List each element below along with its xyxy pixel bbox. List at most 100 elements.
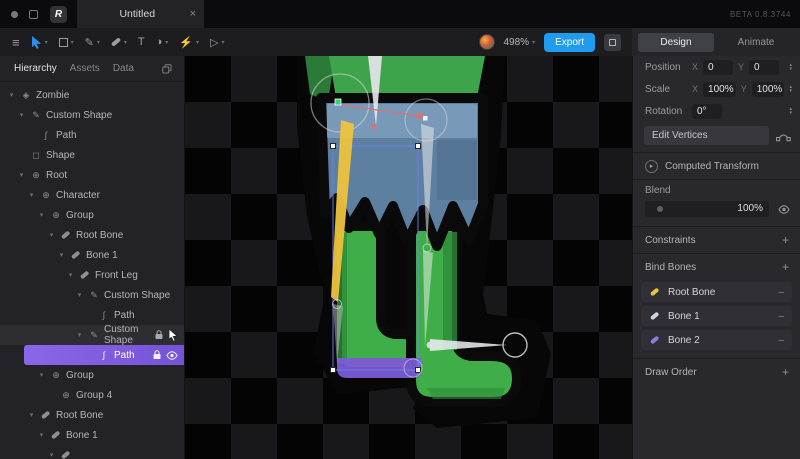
tree-item-character[interactable]: ▾ ⊕ Character <box>0 185 184 205</box>
panel-detach-icon[interactable] <box>162 63 172 74</box>
tree-item-bone-1[interactable]: ▾ Bone 1 <box>0 245 184 265</box>
chevron-down-icon[interactable]: ▾ <box>221 39 224 46</box>
scale-y-field[interactable]: 100% <box>751 81 785 97</box>
tree-item-clipped[interactable]: ▾ <box>0 445 184 459</box>
add-bone-button[interactable]: + <box>782 260 789 274</box>
tab-hierarchy[interactable]: Hierarchy <box>14 63 57 74</box>
tree-item-group-4[interactable]: ⊕ Group 4 <box>0 385 184 405</box>
edit-vertices-button[interactable]: Edit Vertices <box>644 126 769 145</box>
caret-down-icon[interactable]: ▾ <box>75 331 84 339</box>
tree-item-path-2[interactable]: ∫ Path <box>0 305 184 325</box>
remove-bone-button[interactable]: – <box>778 287 784 298</box>
tree-item-root[interactable]: ▾ ⊕ Root <box>0 165 184 185</box>
add-draw-order-button[interactable]: + <box>782 365 789 379</box>
zoom-control[interactable]: 498% ▾ <box>504 37 536 48</box>
tab-design[interactable]: Design <box>638 32 714 52</box>
tab-data[interactable]: Data <box>113 63 134 74</box>
tree-item-shape[interactable]: ◻ Shape <box>0 145 184 165</box>
remove-bone-button[interactable]: – <box>778 335 784 346</box>
window-control-icon[interactable] <box>11 10 18 18</box>
caret-down-icon[interactable]: ▾ <box>27 411 36 419</box>
caret-down-icon[interactable]: ▾ <box>17 111 26 119</box>
tree-item-custom-shape-2[interactable]: ▾ ✎ Custom Shape <box>0 285 184 305</box>
add-constraint-button[interactable]: + <box>782 233 789 247</box>
tree-item-path-selected[interactable]: ∫ Path <box>24 345 184 365</box>
menu-button[interactable]: ≡ <box>7 31 25 53</box>
caret-down-icon[interactable]: ▾ <box>27 191 36 199</box>
tree-item-custom-shape[interactable]: ▾ ✎ Custom Shape <box>0 105 184 125</box>
artboard-icon <box>58 37 68 47</box>
caret-down-icon[interactable]: ▾ <box>47 451 56 459</box>
scale-stepper[interactable]: ▴ ▾ <box>789 84 792 94</box>
close-icon[interactable]: × <box>190 8 196 20</box>
tab-assets[interactable]: Assets <box>70 63 100 74</box>
draw-order-header: Draw Order + <box>645 365 789 379</box>
eye-icon[interactable] <box>166 350 178 360</box>
blend-slider-knob[interactable] <box>657 206 663 212</box>
position-stepper[interactable]: ▴ ▾ <box>789 62 792 72</box>
export-button[interactable]: Export <box>544 32 595 52</box>
user-avatar[interactable] <box>478 34 495 50</box>
chevron-down-icon[interactable]: ▾ <box>45 39 48 46</box>
text-tool-button[interactable]: T <box>133 31 150 53</box>
caret-down-icon[interactable]: ▾ <box>17 171 26 179</box>
export-options-button[interactable] <box>604 33 621 51</box>
document-tab[interactable]: Untitled × <box>77 0 204 28</box>
caret-down-icon[interactable]: ▾ <box>7 91 16 99</box>
events-tool-button[interactable]: ⚡ ▾ <box>174 31 204 53</box>
bound-bone-row[interactable]: Bone 2 – <box>641 330 792 350</box>
bound-bone-row[interactable]: Root Bone – <box>641 282 792 302</box>
scale-x-field[interactable]: 100% <box>703 81 736 97</box>
caret-down-icon[interactable]: ▾ <box>57 251 66 259</box>
tree-item-zombie[interactable]: ▾ ◈ Zombie <box>0 85 184 105</box>
caret-down-icon[interactable]: ▾ <box>37 431 46 439</box>
rotation-field[interactable]: 0° <box>692 103 722 119</box>
chevron-down-icon[interactable]: ▾ <box>97 39 100 46</box>
rotation-stepper[interactable]: ▴ ▾ <box>789 106 792 116</box>
caret-down-icon[interactable]: ▾ <box>37 371 46 379</box>
computed-transform-header[interactable]: ▸ Computed Transform <box>633 153 800 179</box>
chevron-down-icon[interactable]: ▾ <box>196 39 199 46</box>
lock-icon[interactable] <box>153 350 161 360</box>
caret-right-icon[interactable]: ▸ <box>645 159 658 173</box>
tree-item-custom-shape-3[interactable]: ▾ ✎ Custom Shape <box>0 324 184 346</box>
artboard-tool-button[interactable]: ▾ <box>54 31 79 53</box>
caret-down-icon[interactable]: ▾ <box>66 271 75 279</box>
bone-icon <box>79 270 90 280</box>
tree-item-front-leg[interactable]: ▾ Front Leg <box>0 265 184 285</box>
vertices-icon[interactable] <box>776 130 791 142</box>
remove-bone-button[interactable]: – <box>778 311 784 322</box>
group-icon: ⊕ <box>42 189 50 200</box>
tree-item-root-bone[interactable]: ▾ Root Bone <box>0 225 184 245</box>
position-x-field[interactable]: 0 <box>703 59 734 75</box>
chevron-down-icon[interactable]: ▾ <box>165 39 168 46</box>
tab-animate[interactable]: Animate <box>718 33 794 52</box>
tree-item-group-2[interactable]: ▾ ⊕ Group <box>0 365 184 385</box>
bind-bones-header: Bind Bones + <box>645 260 789 274</box>
blend-slider[interactable]: 100% <box>645 201 769 217</box>
play-tool-button[interactable]: ▷ ▾ <box>205 31 229 53</box>
bound-bone-row[interactable]: Bone 1 – <box>641 306 792 326</box>
lock-icon[interactable] <box>155 330 163 340</box>
chevron-down-icon[interactable]: ▾ <box>71 39 74 46</box>
select-tool-button[interactable]: ▾ <box>26 31 53 53</box>
chevron-down-icon[interactable]: ▾ <box>124 39 127 46</box>
tree-item-group[interactable]: ▾ ⊕ Group <box>0 205 184 225</box>
caret-down-icon[interactable]: ▾ <box>75 291 84 299</box>
canvas-artboard[interactable] <box>185 56 632 459</box>
shape-icon: ◻ <box>32 149 40 160</box>
artboard-icon: ◈ <box>22 89 30 100</box>
stage-canvas[interactable] <box>185 56 632 459</box>
caret-down-icon[interactable]: ▾ <box>37 211 46 219</box>
tree-item-path[interactable]: ∫ Path <box>0 125 184 145</box>
window-menu-icon[interactable] <box>29 9 38 19</box>
tree-item-root-bone-2[interactable]: ▾ Root Bone <box>0 405 184 425</box>
bone-tool-button[interactable]: ▾ <box>106 31 132 53</box>
eye-icon[interactable] <box>778 204 790 214</box>
bone-icon <box>70 250 81 260</box>
position-y-field[interactable]: 0 <box>749 59 780 75</box>
tree-item-bone-1b[interactable]: ▾ Bone 1 <box>0 425 184 445</box>
paint-tool-button[interactable]: ◑ ▾ <box>151 31 174 53</box>
caret-down-icon[interactable]: ▾ <box>47 231 56 239</box>
shape-tool-button[interactable]: ✎ ▾ <box>80 31 105 53</box>
